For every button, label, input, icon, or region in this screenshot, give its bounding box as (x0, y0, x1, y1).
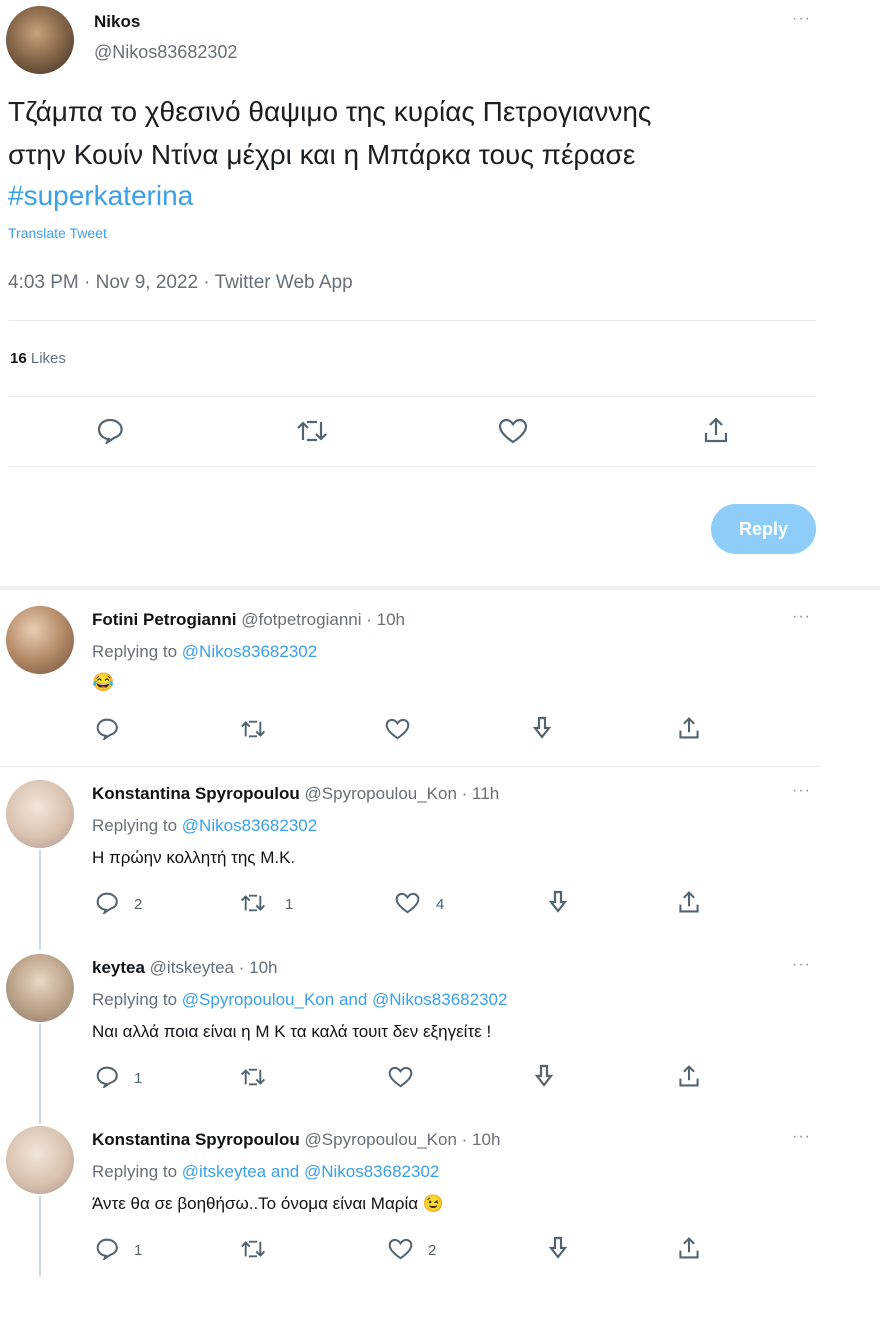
reply-author-name[interactable]: Konstantina Spyropoulou (92, 1130, 300, 1149)
divider (0, 586, 880, 590)
share-icon[interactable] (677, 716, 701, 740)
author-name[interactable]: Nikos (94, 12, 140, 32)
reply-author-name[interactable]: Fotini Petrogianni (92, 610, 237, 629)
tweet-text-line2: στην Κουίν Ντίνα μέχρι και η Μπάρκα τους… (8, 139, 636, 170)
thread-line (39, 1196, 41, 1276)
reply-header: Konstantina Spyropoulou @Spyropoulou_Kon… (92, 784, 499, 804)
reply-avatar[interactable] (6, 954, 74, 1022)
reply-handle-time[interactable]: @Spyropoulou_Kon · 11h (305, 784, 500, 803)
like-icon[interactable] (385, 718, 410, 740)
retweet-icon[interactable] (296, 418, 328, 444)
replying-to-link[interactable]: @Spyropoulou_Kon and @Nikos83682302 (182, 990, 508, 1009)
downvote-icon[interactable] (532, 716, 552, 740)
reply-icon[interactable] (95, 1238, 119, 1260)
like-icon[interactable] (498, 418, 528, 444)
replying-prefix: Replying to (92, 1162, 178, 1181)
reply-avatar[interactable] (6, 1126, 74, 1194)
retweet-count: 1 (285, 896, 294, 913)
thread-line (39, 850, 41, 950)
reply-text: 😂 (92, 672, 115, 692)
replying-to-link[interactable]: @Nikos83682302 (182, 816, 317, 835)
reply-text: Η πρώην κολλητή της Μ.Κ. (92, 848, 296, 867)
replying-to: Replying to @Spyropoulou_Kon and @Nikos8… (92, 990, 507, 1010)
reply-icon[interactable] (95, 1066, 119, 1088)
replying-to-link[interactable]: @Nikos83682302 (182, 642, 317, 661)
downvote-icon[interactable] (534, 1064, 554, 1088)
likes-label: Likes (30, 350, 66, 367)
reply-avatar[interactable] (6, 780, 74, 848)
reply-count: 2 (134, 896, 143, 913)
reply-handle-time[interactable]: @Spyropoulou_Kon · 10h (305, 1130, 501, 1149)
replying-to: Replying to @Nikos83682302 (92, 816, 317, 836)
like-count: 2 (428, 1242, 437, 1259)
reply-handle-time[interactable]: @itskeytea · 10h (150, 958, 278, 977)
like-icon[interactable] (388, 1066, 413, 1088)
reply-text: Ναι αλλά ποια είναι η Μ Κ τα καλά τουιτ … (92, 1022, 492, 1041)
more-options-icon[interactable]: ··· (792, 956, 811, 974)
divider (0, 766, 820, 767)
more-options-icon[interactable]: ··· (792, 608, 811, 626)
replying-to-link[interactable]: @itskeytea and @Nikos83682302 (182, 1162, 440, 1181)
reply-icon[interactable] (95, 718, 119, 740)
replying-prefix: Replying to (92, 816, 178, 835)
reply-button[interactable]: Reply (711, 504, 816, 554)
translate-tweet-link[interactable]: Translate Tweet (8, 225, 107, 241)
tweet-meta: 4:03 PM · Nov 9, 2022 · Twitter Web App (8, 272, 353, 293)
retweet-icon[interactable] (240, 1066, 266, 1088)
like-icon[interactable] (395, 892, 420, 914)
like-icon[interactable] (388, 1238, 413, 1260)
author-avatar[interactable] (6, 6, 74, 74)
retweet-icon[interactable] (240, 718, 266, 740)
more-options-icon[interactable]: ··· (792, 10, 811, 28)
reply-handle-time[interactable]: @fotpetrogianni · 10h (241, 610, 405, 629)
thread-line (39, 1024, 41, 1124)
like-count: 4 (436, 896, 445, 913)
reply-count: 1 (134, 1070, 143, 1087)
share-icon[interactable] (677, 1064, 701, 1088)
retweet-icon[interactable] (240, 1238, 266, 1260)
reply-author-name[interactable]: Konstantina Spyropoulou (92, 784, 300, 803)
replying-prefix: Replying to (92, 990, 178, 1009)
reply-author-name[interactable]: keytea (92, 958, 145, 977)
more-options-icon[interactable]: ··· (792, 782, 811, 800)
share-icon[interactable] (677, 1236, 701, 1260)
replying-to: Replying to @Nikos83682302 (92, 642, 317, 662)
likes-stat[interactable]: 16 Likes (10, 350, 66, 367)
retweet-icon[interactable] (240, 892, 266, 914)
reply-header: Fotini Petrogianni @fotpetrogianni · 10h (92, 610, 405, 630)
hashtag-link[interactable]: #superkaterina (8, 180, 193, 212)
reply-icon[interactable] (96, 418, 124, 444)
replying-prefix: Replying to (92, 642, 178, 661)
reply-header: Konstantina Spyropoulou @Spyropoulou_Kon… (92, 1130, 500, 1150)
author-handle[interactable]: @Nikos83682302 (94, 42, 237, 63)
divider (8, 320, 816, 321)
reply-count: 1 (134, 1242, 143, 1259)
downvote-icon[interactable] (548, 890, 568, 914)
replying-to: Replying to @itskeytea and @Nikos8368230… (92, 1162, 439, 1182)
share-icon[interactable] (677, 890, 701, 914)
share-icon[interactable] (702, 416, 730, 444)
downvote-icon[interactable] (548, 1236, 568, 1260)
divider (8, 466, 816, 467)
divider (8, 396, 816, 397)
reply-text: Άντε θα σε βοηθήσω..Το όνομα είναι Μαρία… (92, 1194, 444, 1213)
tweet-text-line1: Τζάμπα το χθεσινό θαψιμο της κυρίας Πετρ… (8, 96, 652, 127)
reply-header: keytea @itskeytea · 10h (92, 958, 278, 978)
reply-avatar[interactable] (6, 606, 74, 674)
reply-icon[interactable] (95, 892, 119, 914)
likes-count: 16 (10, 350, 27, 367)
more-options-icon[interactable]: ··· (792, 1128, 811, 1146)
